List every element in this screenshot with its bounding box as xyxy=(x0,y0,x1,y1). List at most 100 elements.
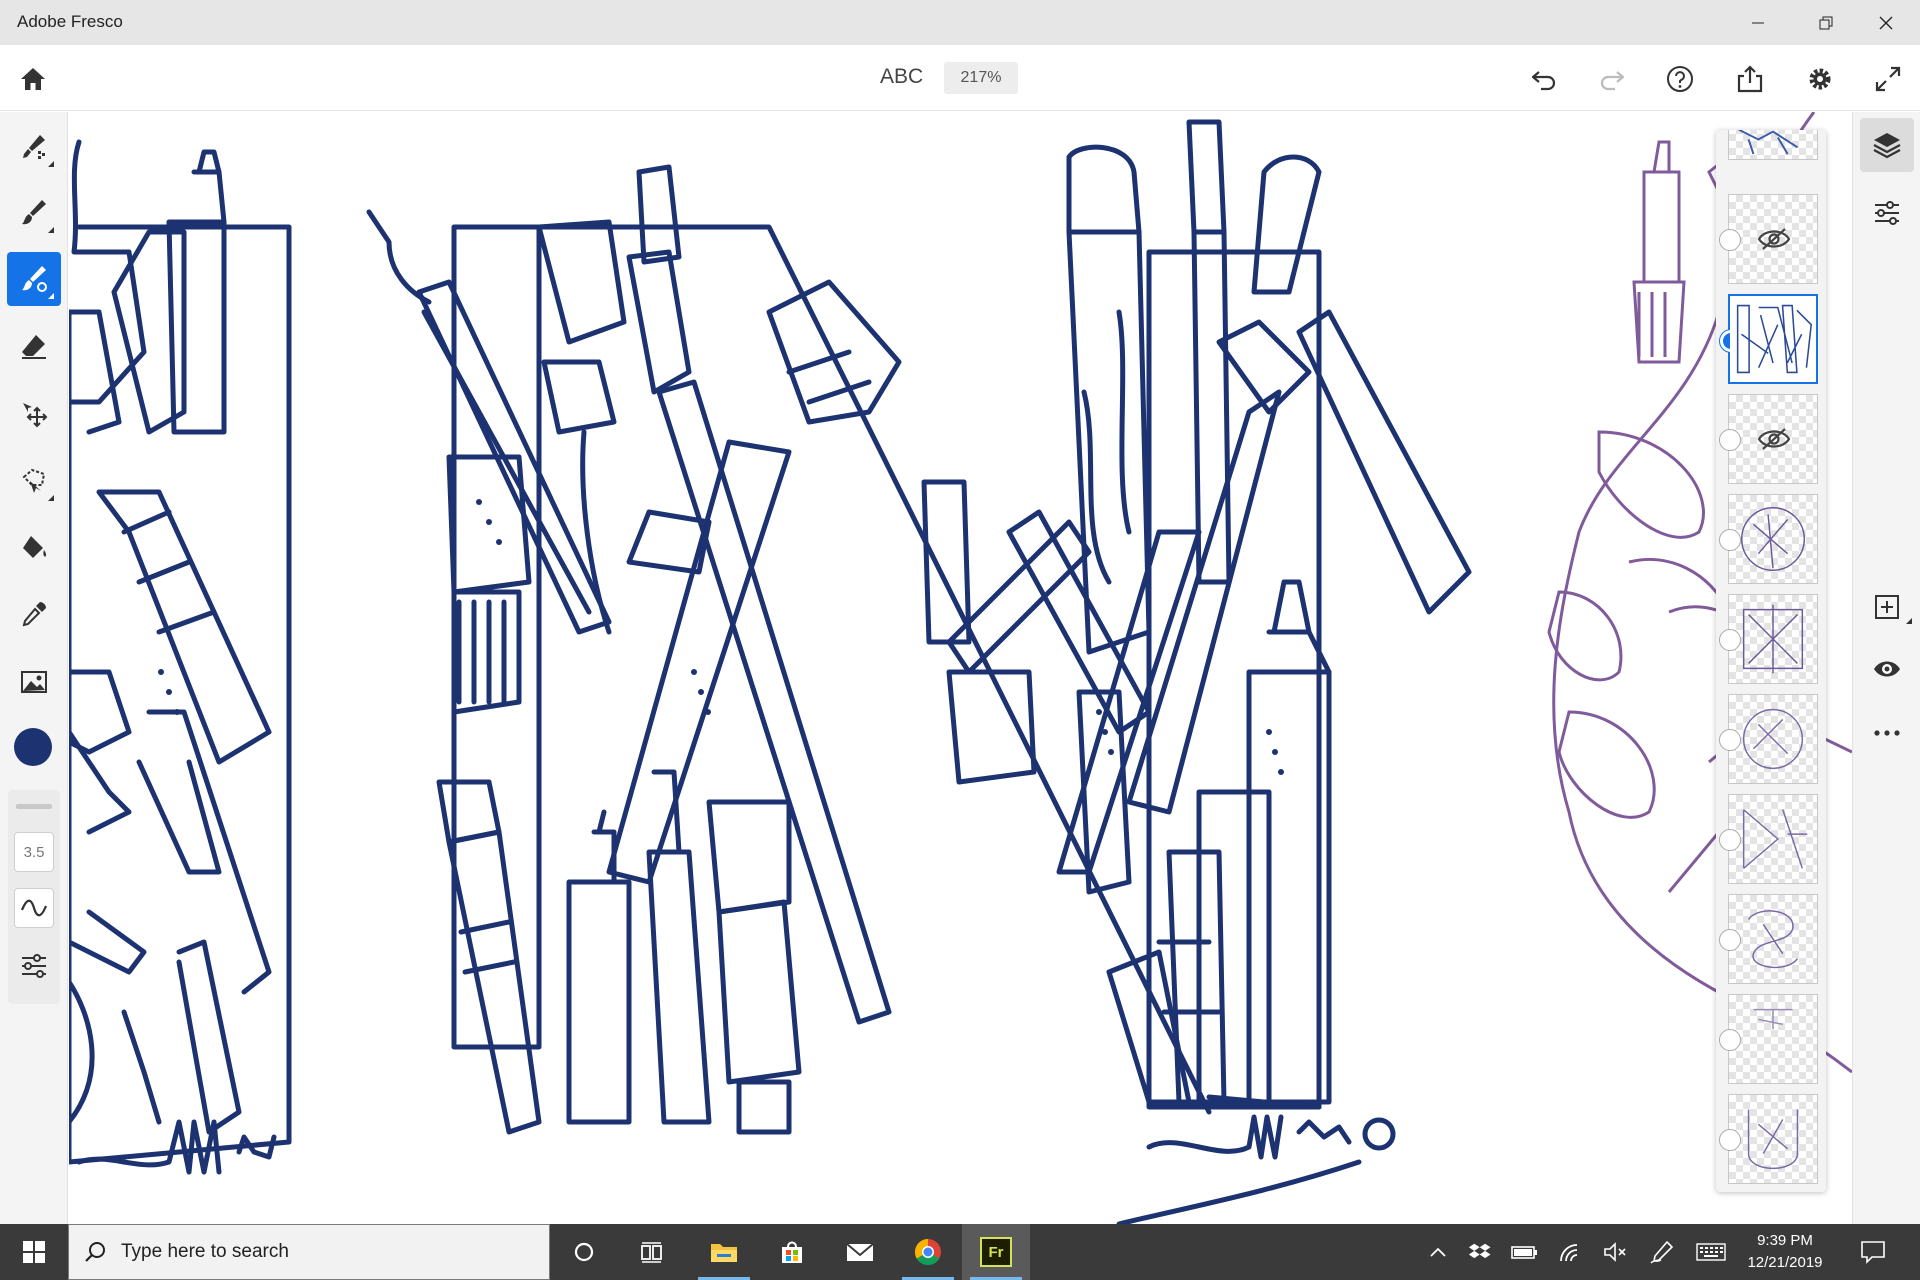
volume-button[interactable] xyxy=(1595,1224,1635,1280)
home-icon xyxy=(21,68,45,90)
live-brush-icon xyxy=(22,200,46,225)
task-view-button[interactable] xyxy=(618,1224,686,1280)
layer-thumbnail[interactable] xyxy=(1719,994,1818,1084)
paint-bucket-icon xyxy=(23,536,47,558)
layer-properties-button[interactable] xyxy=(1860,186,1914,240)
document-title[interactable]: ABC xyxy=(880,65,923,89)
close-button[interactable] xyxy=(1852,0,1920,45)
mail-button[interactable] xyxy=(826,1224,894,1280)
layer-preview xyxy=(1738,130,1798,155)
layer-thumbnail-selected[interactable] xyxy=(1720,294,1818,384)
live-brush-tool[interactable] xyxy=(7,186,61,240)
restore-button[interactable] xyxy=(1792,0,1860,45)
keyboard-icon xyxy=(1696,1243,1726,1261)
minimize-button[interactable] xyxy=(1724,0,1792,45)
chevron-up-icon xyxy=(1430,1247,1446,1257)
eraser-icon xyxy=(22,335,46,359)
file-explorer-button[interactable] xyxy=(690,1224,758,1280)
layer-thumbnail[interactable] xyxy=(1719,194,1818,284)
wifi-icon xyxy=(1560,1244,1578,1262)
restore-icon xyxy=(1819,16,1833,29)
sliders-icon xyxy=(22,954,46,978)
pixel-brush-tool[interactable] xyxy=(7,120,61,174)
more-icon xyxy=(1874,730,1900,736)
share-button[interactable] xyxy=(1729,58,1771,100)
layer-thumbnail[interactable] xyxy=(1719,794,1818,884)
windows-logo-icon xyxy=(23,1241,45,1263)
size-slider[interactable] xyxy=(16,804,52,809)
home-button[interactable] xyxy=(12,58,54,100)
selection-tool[interactable] xyxy=(7,454,61,508)
show-hidden-icons-button[interactable] xyxy=(1420,1224,1456,1280)
layer-thumbnail[interactable] xyxy=(1728,130,1818,160)
windows-taskbar: Type here to search Fr 9:39 PM 12/21/201… xyxy=(0,1224,1920,1280)
volume-muted-icon xyxy=(1604,1242,1626,1262)
place-image-tool[interactable] xyxy=(7,655,61,709)
start-button[interactable] xyxy=(0,1224,68,1280)
brush-properties-panel: 3.5 xyxy=(8,790,60,1004)
layer-preview xyxy=(1753,1008,1793,1030)
settings-button[interactable] xyxy=(1799,58,1841,100)
fill-tool[interactable] xyxy=(7,521,61,575)
eyedropper-tool[interactable] xyxy=(7,587,61,641)
add-layer-button[interactable] xyxy=(1860,580,1914,634)
eye-hidden-icon xyxy=(1757,428,1791,450)
layer-preview xyxy=(1742,809,1808,869)
color-swatch[interactable] xyxy=(14,728,52,766)
undo-button[interactable] xyxy=(1523,58,1565,100)
zoom-level[interactable]: 217% xyxy=(944,62,1018,94)
microsoft-store-button[interactable] xyxy=(758,1224,826,1280)
brush-settings-button[interactable] xyxy=(14,946,54,986)
line-artwork xyxy=(69,112,1852,1224)
search-icon xyxy=(85,1242,105,1262)
more-options-button[interactable] xyxy=(1860,706,1914,760)
layer-handle[interactable] xyxy=(1719,429,1741,451)
taskbar-search-box[interactable]: Type here to search xyxy=(68,1224,550,1280)
sliders-icon xyxy=(1875,201,1899,225)
layer-preview xyxy=(1742,708,1804,770)
chrome-button[interactable] xyxy=(894,1224,962,1280)
transform-tool[interactable] xyxy=(7,387,61,441)
redo-icon xyxy=(1600,71,1625,91)
pixel-brush-icon xyxy=(23,135,45,159)
layer-thumbnail[interactable] xyxy=(1719,894,1818,984)
drawing-canvas[interactable] xyxy=(69,112,1852,1224)
cortana-button[interactable] xyxy=(550,1224,618,1280)
layers-panel xyxy=(1716,130,1826,1192)
layer-thumbnail[interactable] xyxy=(1719,594,1818,684)
brush-size-value[interactable]: 3.5 xyxy=(14,832,54,872)
wifi-button[interactable] xyxy=(1550,1224,1590,1280)
layer-thumbnail[interactable] xyxy=(1719,494,1818,584)
dropbox-tray-icon-button[interactable] xyxy=(1460,1224,1500,1280)
fullscreen-button[interactable] xyxy=(1867,58,1909,100)
touch-keyboard-button[interactable] xyxy=(1690,1224,1732,1280)
eraser-tool[interactable] xyxy=(7,319,61,373)
battery-icon xyxy=(1511,1246,1537,1259)
redo-button[interactable] xyxy=(1591,58,1633,100)
help-button[interactable] xyxy=(1659,58,1701,100)
adobe-fresco-taskbar-button[interactable]: Fr xyxy=(962,1224,1030,1280)
action-center-button[interactable] xyxy=(1850,1224,1896,1280)
app-header: ABC 217% xyxy=(0,45,1920,111)
layer-thumbnail[interactable] xyxy=(1719,1094,1818,1184)
folder-icon xyxy=(711,1244,737,1262)
cortana-icon xyxy=(574,1242,594,1262)
vector-brush-tool[interactable] xyxy=(7,252,61,306)
notification-icon xyxy=(1861,1241,1885,1264)
layer-visibility-button[interactable] xyxy=(1860,642,1914,696)
eye-icon xyxy=(1874,661,1900,677)
wave-icon xyxy=(20,899,48,917)
layers-button[interactable] xyxy=(1860,118,1914,172)
chrome-icon xyxy=(914,1238,941,1266)
layer-handle[interactable] xyxy=(1719,229,1741,251)
smoothing-button[interactable] xyxy=(14,888,54,928)
left-toolbar: 3.5 xyxy=(0,112,68,1224)
mail-icon xyxy=(846,1243,874,1261)
layer-thumbnail[interactable] xyxy=(1719,394,1818,484)
battery-button[interactable] xyxy=(1505,1224,1545,1280)
taskbar-clock[interactable]: 9:39 PM 12/21/2019 xyxy=(1735,1230,1835,1274)
layer-preview xyxy=(1740,506,1806,572)
pen-workspace-button[interactable] xyxy=(1642,1224,1682,1280)
layer-thumbnail[interactable] xyxy=(1719,694,1818,784)
fresco-app-icon: Fr xyxy=(980,1237,1012,1267)
